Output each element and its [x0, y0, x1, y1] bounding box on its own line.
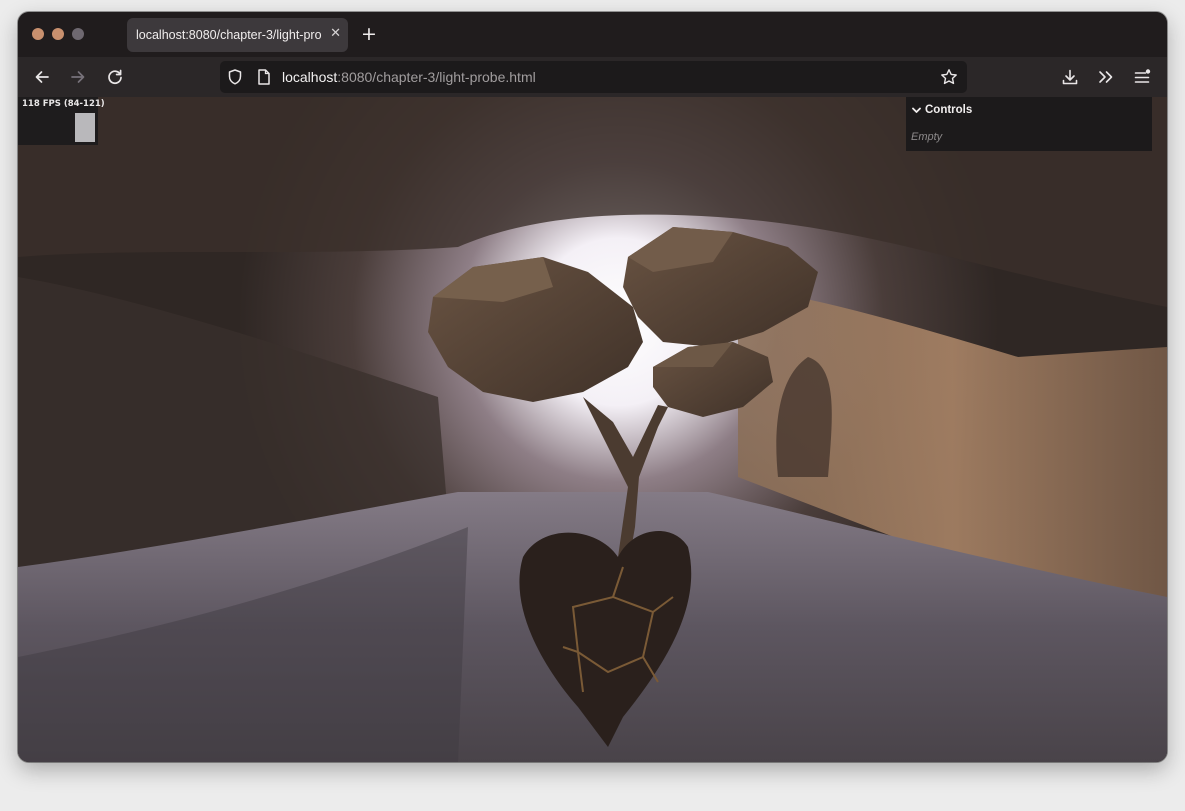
forward-arrow-icon[interactable]	[69, 68, 87, 86]
url-path: :8080/chapter-3/light-probe.html	[337, 69, 536, 85]
window-maximize-button[interactable]	[72, 28, 84, 40]
page-icon	[258, 69, 270, 85]
reload-icon[interactable]	[106, 68, 124, 86]
address-bar[interactable]: localhost:8080/chapter-3/light-probe.htm…	[220, 61, 967, 93]
tab-title: localhost:8080/chapter-3/light-prob	[136, 28, 322, 42]
close-icon[interactable]: ✕	[330, 27, 341, 41]
fps-graph	[75, 113, 95, 142]
shield-icon[interactable]	[226, 68, 244, 86]
download-icon[interactable]	[1061, 68, 1079, 86]
controls-title: Controls	[925, 104, 973, 116]
webgl-canvas[interactable]: 118 FPS (84-121) Controls Empty	[18, 97, 1167, 762]
back-arrow-icon[interactable]	[33, 68, 51, 86]
url-text[interactable]: localhost:8080/chapter-3/light-probe.htm…	[282, 69, 536, 85]
tab-active[interactable]: localhost:8080/chapter-3/light-prob ✕	[127, 18, 348, 52]
tab-bar: localhost:8080/chapter-3/light-prob ✕ +	[18, 12, 1167, 57]
window-close-button[interactable]	[32, 28, 44, 40]
menu-icon[interactable]	[1133, 68, 1151, 86]
navigation-toolbar: localhost:8080/chapter-3/light-probe.htm…	[18, 57, 1167, 97]
url-host: localhost	[282, 69, 338, 85]
chevron-down-icon	[912, 107, 921, 113]
bookmark-star-icon[interactable]	[940, 68, 958, 86]
fps-readout: 118 FPS (84-121)	[22, 99, 105, 109]
controls-header[interactable]: Controls	[912, 104, 972, 116]
controls-empty-label: Empty	[911, 131, 943, 143]
tree-model	[428, 227, 818, 747]
fps-stats-panel[interactable]: 118 FPS (84-121)	[18, 97, 105, 145]
controls-panel: Controls Empty	[906, 97, 1152, 151]
overflow-chevrons-icon[interactable]	[1097, 68, 1115, 86]
browser-window: localhost:8080/chapter-3/light-prob ✕ + …	[18, 12, 1167, 762]
plus-icon[interactable]: +	[361, 24, 377, 44]
window-minimize-button[interactable]	[52, 28, 64, 40]
